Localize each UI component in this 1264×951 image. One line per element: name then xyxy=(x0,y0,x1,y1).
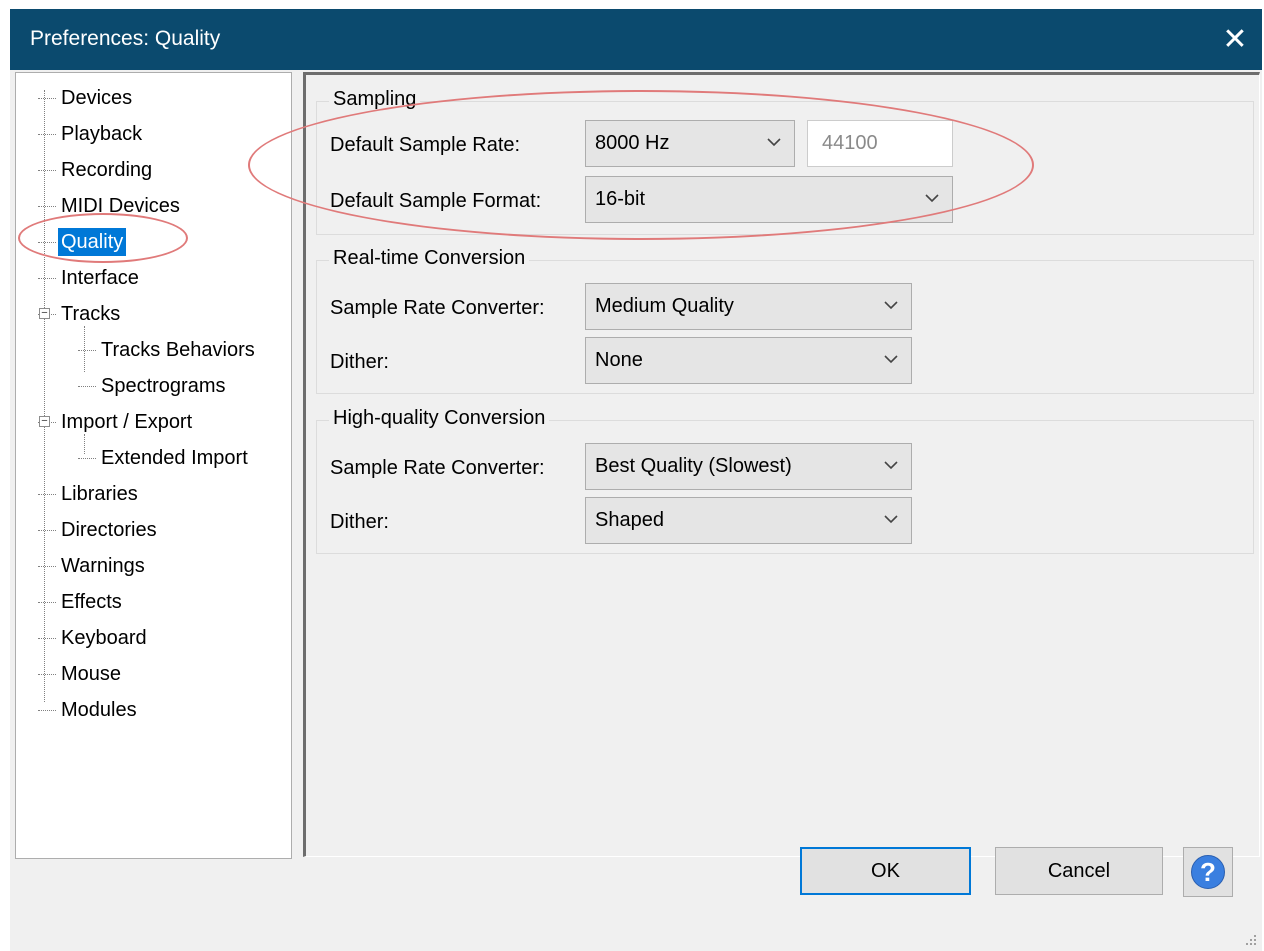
default-sample-format-combo[interactable]: 16-bit xyxy=(585,176,953,223)
tree-connector xyxy=(38,601,56,603)
tree-item-devices[interactable]: Devices xyxy=(38,84,135,112)
tree-item-label: MIDI Devices xyxy=(61,195,180,217)
chevron-down-icon xyxy=(925,194,939,203)
tree-item-effects[interactable]: Effects xyxy=(38,588,125,616)
custom-sample-rate-input[interactable]: 44100 xyxy=(807,120,953,167)
realtime-converter-label: Sample Rate Converter: xyxy=(330,297,545,319)
tree-connector xyxy=(38,97,56,99)
tree-connector xyxy=(38,529,56,531)
tree-item-label: Mouse xyxy=(61,663,122,685)
tree-item-playback[interactable]: Playback xyxy=(38,120,145,148)
ok-button[interactable]: OK xyxy=(800,847,971,895)
window-title: Preferences: Quality xyxy=(30,27,221,50)
realtime-dither-label: Dither: xyxy=(330,351,389,373)
tree-connector xyxy=(38,709,56,711)
tree-connector xyxy=(38,241,56,243)
tree-item-label: Tracks xyxy=(61,303,121,325)
default-sample-rate-value: 8000 Hz xyxy=(595,132,670,154)
dialog-body: Devices Playback Recording MIDI Devices Qual… xyxy=(10,70,1262,951)
tree-item-label: Modules xyxy=(61,699,137,721)
realtime-converter-value: Medium Quality xyxy=(595,295,734,317)
collapse-toggle-icon[interactable]: − xyxy=(39,308,50,319)
realtime-dither-combo[interactable]: None xyxy=(585,337,912,384)
tree-connector xyxy=(78,349,96,351)
tree-item-modules[interactable]: Modules xyxy=(38,696,140,724)
tree-item-label: Playback xyxy=(61,123,143,145)
tree-item-warnings[interactable]: Warnings xyxy=(38,552,148,580)
tree-item-midi-devices[interactable]: MIDI Devices xyxy=(38,192,183,220)
cancel-button[interactable]: Cancel xyxy=(995,847,1163,895)
tree-item-tracks-behaviors[interactable]: Tracks Behaviors xyxy=(78,336,258,364)
tree-connector xyxy=(78,385,96,387)
resize-grip-icon[interactable] xyxy=(1244,933,1258,947)
tree-connector xyxy=(38,169,56,171)
tree-connector xyxy=(78,457,96,459)
tree-item-recording[interactable]: Recording xyxy=(38,156,155,184)
tree-connector xyxy=(38,565,56,567)
settings-panel: Sampling Default Sample Rate: 8000 Hz 44… xyxy=(303,72,1260,857)
tree-item-import-export[interactable]: Import / Export xyxy=(38,408,195,436)
sampling-group-title: Sampling xyxy=(329,88,421,111)
high-quality-conversion-title: High-quality Conversion xyxy=(329,407,550,430)
chevron-down-icon xyxy=(884,461,898,470)
hq-converter-label: Sample Rate Converter: xyxy=(330,457,545,479)
default-sample-rate-label: Default Sample Rate: xyxy=(330,134,521,156)
tree-item-spectrograms[interactable]: Spectrograms xyxy=(78,372,229,400)
collapse-toggle-icon[interactable]: − xyxy=(39,416,50,427)
tree-item-label: Directories xyxy=(61,519,157,541)
default-sample-format-value: 16-bit xyxy=(595,188,646,210)
tree-connector xyxy=(38,673,56,675)
chevron-down-icon xyxy=(767,138,781,147)
default-sample-format-label: Default Sample Format: xyxy=(330,190,542,212)
tree-item-label: Spectrograms xyxy=(101,375,226,397)
tree-item-label: Effects xyxy=(61,591,122,613)
hq-dither-label: Dither: xyxy=(330,511,389,533)
tree-item-label: Quality xyxy=(58,228,127,256)
preferences-tree: Devices Playback Recording MIDI Devices Qual… xyxy=(15,72,292,859)
chevron-down-icon xyxy=(884,515,898,524)
default-sample-rate-combo[interactable]: 8000 Hz xyxy=(585,120,795,167)
tree-item-label: Keyboard xyxy=(61,627,147,649)
tree-item-label: Interface xyxy=(61,267,139,289)
tree-item-mouse[interactable]: Mouse xyxy=(38,660,124,688)
tree-item-label: Recording xyxy=(61,159,153,181)
tree-connector xyxy=(38,133,56,135)
tree-item-directories[interactable]: Directories xyxy=(38,516,160,544)
hq-converter-combo[interactable]: Best Quality (Slowest) xyxy=(585,443,912,490)
title-bar: Preferences: Quality ✕ xyxy=(10,9,1262,70)
hq-dither-combo[interactable]: Shaped xyxy=(585,497,912,544)
tree-item-tracks[interactable]: Tracks xyxy=(38,300,123,328)
tree-item-extended-import[interactable]: Extended Import xyxy=(78,444,251,472)
sampling-group: Sampling Default Sample Rate: 8000 Hz 44… xyxy=(316,88,1254,235)
tree-connector xyxy=(38,277,56,279)
tree-item-label: Libraries xyxy=(61,483,138,505)
help-icon: ? xyxy=(1191,855,1225,889)
close-button[interactable]: ✕ xyxy=(1208,9,1262,70)
tree-connector xyxy=(38,493,56,495)
tree-item-quality[interactable]: Quality xyxy=(38,228,127,256)
tree-item-label: Extended Import xyxy=(101,447,248,469)
tree-item-keyboard[interactable]: Keyboard xyxy=(38,624,150,652)
realtime-conversion-title: Real-time Conversion xyxy=(329,247,530,270)
tree-connector xyxy=(38,205,56,207)
tree-item-label: Warnings xyxy=(61,555,145,577)
help-button[interactable]: ? xyxy=(1183,847,1233,897)
tree-item-label: Devices xyxy=(61,87,133,109)
tree-item-libraries[interactable]: Libraries xyxy=(38,480,141,508)
chevron-down-icon xyxy=(884,301,898,310)
tree-item-interface[interactable]: Interface xyxy=(38,264,142,292)
tree-item-label: Tracks Behaviors xyxy=(101,339,255,361)
tree-connector xyxy=(38,637,56,639)
realtime-dither-value: None xyxy=(595,349,643,371)
hq-converter-value: Best Quality (Slowest) xyxy=(595,455,792,477)
tree-item-label: Import / Export xyxy=(61,411,193,433)
hq-dither-value: Shaped xyxy=(595,509,664,531)
chevron-down-icon xyxy=(884,355,898,364)
high-quality-conversion-group: High-quality Conversion Sample Rate Conv… xyxy=(316,407,1254,554)
realtime-converter-combo[interactable]: Medium Quality xyxy=(585,283,912,330)
realtime-conversion-group: Real-time Conversion Sample Rate Convert… xyxy=(316,247,1254,394)
